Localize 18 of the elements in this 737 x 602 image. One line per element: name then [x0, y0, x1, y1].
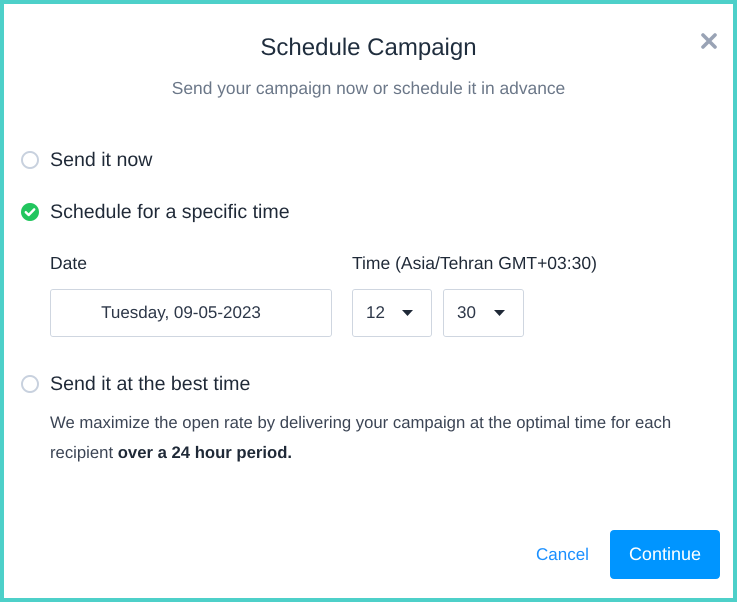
- radio-button[interactable]: [21, 151, 39, 169]
- hour-select[interactable]: 12: [352, 289, 432, 337]
- minute-select[interactable]: 30: [443, 289, 524, 337]
- dialog-subtitle: Send your campaign now or schedule it in advance: [172, 77, 566, 100]
- option-description: We maximize the open rate by delivering your campaign at the optimal time for each recipient over a 24 hour period.: [50, 412, 672, 464]
- option-label[interactable]: Schedule for a specific time: [50, 198, 290, 226]
- close-button[interactable]: [699, 31, 719, 51]
- date-label: Date: [50, 252, 87, 275]
- caret-down-icon: [494, 310, 505, 316]
- radio-button[interactable]: [21, 375, 39, 393]
- close-icon: [701, 33, 717, 49]
- option-label[interactable]: Send it now: [50, 146, 152, 174]
- date-field[interactable]: Tuesday, 09-05-2023: [50, 289, 332, 337]
- caret-down-icon: [402, 310, 413, 316]
- time-label: Time (Asia/Tehran GMT+03:30): [352, 252, 597, 275]
- radio-checked-icon[interactable]: [21, 203, 39, 221]
- dialog-title: Schedule Campaign: [260, 33, 477, 63]
- option-label[interactable]: Send it at the best time: [50, 370, 250, 398]
